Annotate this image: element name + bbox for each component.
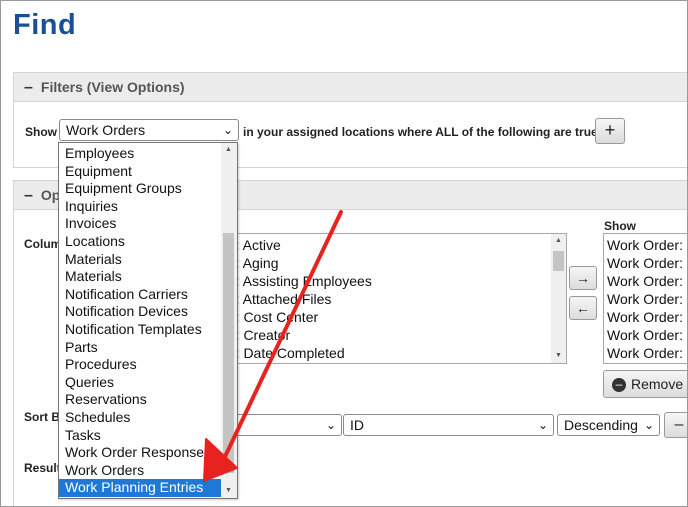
scroll-up-icon[interactable]: ▲ [551,234,566,248]
show-column-item[interactable]: Work Order: [604,290,687,308]
move-left-button[interactable]: ← [569,296,597,320]
scroll-thumb[interactable] [553,251,564,271]
show-dropdown-list[interactable]: Employees Equipment Equipment Groups Inquir… [58,142,238,499]
chevron-down-icon: ⌄ [222,123,233,137]
remove-icon: – [612,378,626,393]
show-select[interactable]: Work Orders ⌄ [59,119,239,141]
scroll-up-icon[interactable]: ▲ [221,143,236,157]
dropdown-option[interactable]: Employees [59,145,237,163]
remove-button[interactable]: – Remove [603,370,687,398]
dropdown-option[interactable]: Invoices [59,215,237,233]
show-column-item[interactable]: Work Order: [604,254,687,272]
sort-field-select-2[interactable]: ID ⌄ [343,414,554,436]
dropdown-option[interactable]: Procedures [59,356,237,374]
available-column-item[interactable]: r: Active [228,236,566,254]
available-column-item[interactable]: r: Cost Center [228,308,566,326]
add-filter-button[interactable]: + [595,118,625,144]
dropdown-option[interactable]: Notification Carriers [59,286,237,304]
sort-label: Sort B [24,410,60,424]
scroll-down-icon[interactable]: ▼ [551,349,566,363]
available-column-item[interactable]: r: Creator [228,326,566,344]
dropdown-option[interactable]: Materials [59,268,237,286]
show-columns-list[interactable]: Work Order: Work Order: Work Order: Work Or… [603,233,687,364]
dropdown-option[interactable]: Work Planning Entries [59,479,237,497]
scroll-thumb[interactable] [223,233,234,473]
show-column-item[interactable]: Work Order: [604,344,687,362]
sort-remove-button[interactable]: – [664,412,687,438]
show-columns-label: Show [604,219,636,233]
show-label: Show [25,125,57,139]
dropdown-option[interactable]: Schedules [59,409,237,427]
sort-direction-value: Descending [564,417,638,433]
available-column-item[interactable]: r: Aging [228,254,566,272]
dropdown-option[interactable]: Equipment Groups [59,180,237,198]
dropdown-option[interactable]: Work Order Responses [59,444,237,462]
collapse-icon[interactable]: – [24,187,33,204]
available-columns-list[interactable]: r: Active r: Aging r: Assisting Employees r… [227,233,567,364]
scroll-down-icon[interactable]: ▼ [221,484,236,498]
filters-panel-header[interactable]: – Filters (View Options) [13,72,687,102]
dropdown-option[interactable]: Notification Devices [59,303,237,321]
collapse-icon[interactable]: – [24,79,33,96]
show-column-item[interactable]: Work Order: [604,236,687,254]
dropdown-option[interactable]: Materials [59,251,237,269]
dropdown-option[interactable]: Inquiries [59,198,237,216]
columns-label: Colum [24,237,62,251]
chevron-down-icon: ⌄ [643,418,654,432]
results-label: Result [24,461,61,475]
filters-header-label: Filters (View Options) [40,79,185,95]
available-column-item[interactable]: r: Assisting Employees [228,272,566,290]
chevron-down-icon: ⌄ [537,418,548,432]
remove-label: Remove [631,376,684,392]
dropdown-option[interactable]: Locations [59,233,237,251]
show-column-item[interactable]: Work Order: [604,272,687,290]
dropdown-option[interactable]: Tasks [59,427,237,445]
show-column-item[interactable]: Work Order: [604,308,687,326]
dropdown-option[interactable]: Reservations [59,391,237,409]
available-column-item[interactable]: r: Date Completed [228,344,566,362]
page-title: Find [13,9,77,41]
dropdown-option[interactable]: Parts [59,339,237,357]
sort-direction-select[interactable]: Descending ⌄ [557,414,660,436]
condition-text: in your assigned locations where ALL of … [243,125,602,139]
dropdown-option[interactable]: Work Orders [59,462,237,480]
show-select-value: Work Orders [66,122,146,138]
show-column-item[interactable]: Work Order: [604,326,687,344]
available-columns-scrollbar[interactable]: ▲ ▼ [551,234,566,363]
dropdown-option[interactable]: Queries [59,374,237,392]
available-column-item[interactable]: r: Attached Files [228,290,566,308]
move-right-button[interactable]: → [569,266,597,290]
dropdown-scrollbar[interactable]: ▲ ▼ [221,143,237,498]
sort-field-2-value: ID [350,417,364,433]
dropdown-option[interactable]: Notification Templates [59,321,237,339]
dropdown-option[interactable]: Equipment [59,163,237,181]
chevron-down-icon: ⌄ [325,418,336,432]
app-window: Find – Filters (View Options) Show Work O… [0,0,688,507]
